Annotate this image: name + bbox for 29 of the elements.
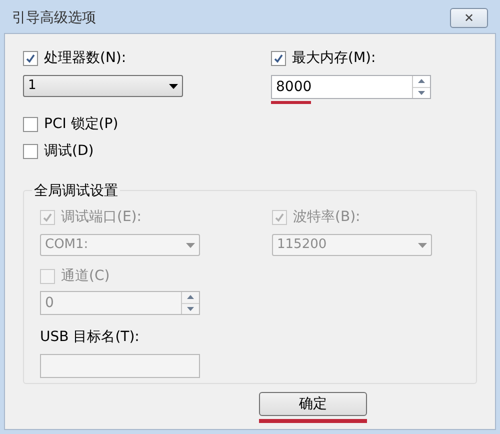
checkbox[interactable] <box>23 117 38 132</box>
checkbox-label: 最大内存(M): <box>292 49 376 68</box>
dropdown-value: 1 <box>28 77 36 96</box>
check-icon <box>273 53 284 64</box>
field-value: 8000 <box>275 78 313 96</box>
checkbox[interactable] <box>23 51 38 66</box>
caret-icon <box>186 242 195 248</box>
checkbox-label: 波特率(B): <box>293 208 360 227</box>
number-field[interactable]: 8000 <box>271 75 431 99</box>
checkbox-label: 通道(C) <box>61 267 110 286</box>
dropdown[interactable]: 1 <box>23 75 183 97</box>
caret-icon <box>169 84 178 88</box>
field-label: USB 目标名(T): <box>40 328 140 347</box>
dropdown-value: COM1: <box>45 236 88 254</box>
ok-button[interactable]: 确定 <box>259 392 367 416</box>
check-icon <box>25 53 36 64</box>
check-icon <box>42 212 53 223</box>
checkbox-label: PCI 锁定(P) <box>44 115 118 134</box>
caret-icon <box>418 242 427 248</box>
checkbox[interactable] <box>23 144 38 159</box>
check-icon <box>274 212 285 223</box>
checkbox-label: 调试(D) <box>44 142 94 161</box>
checkbox-label: 处理器数(N): <box>44 49 126 68</box>
checkbox-label: 调试端口(E): <box>61 208 142 227</box>
dropdown-value: 115200 <box>277 236 327 254</box>
window-title: 引导高级选项 <box>12 8 96 28</box>
field-value: 0 <box>44 294 55 312</box>
close-button[interactable]: ✕ <box>450 8 488 28</box>
checkbox[interactable] <box>271 51 286 66</box>
